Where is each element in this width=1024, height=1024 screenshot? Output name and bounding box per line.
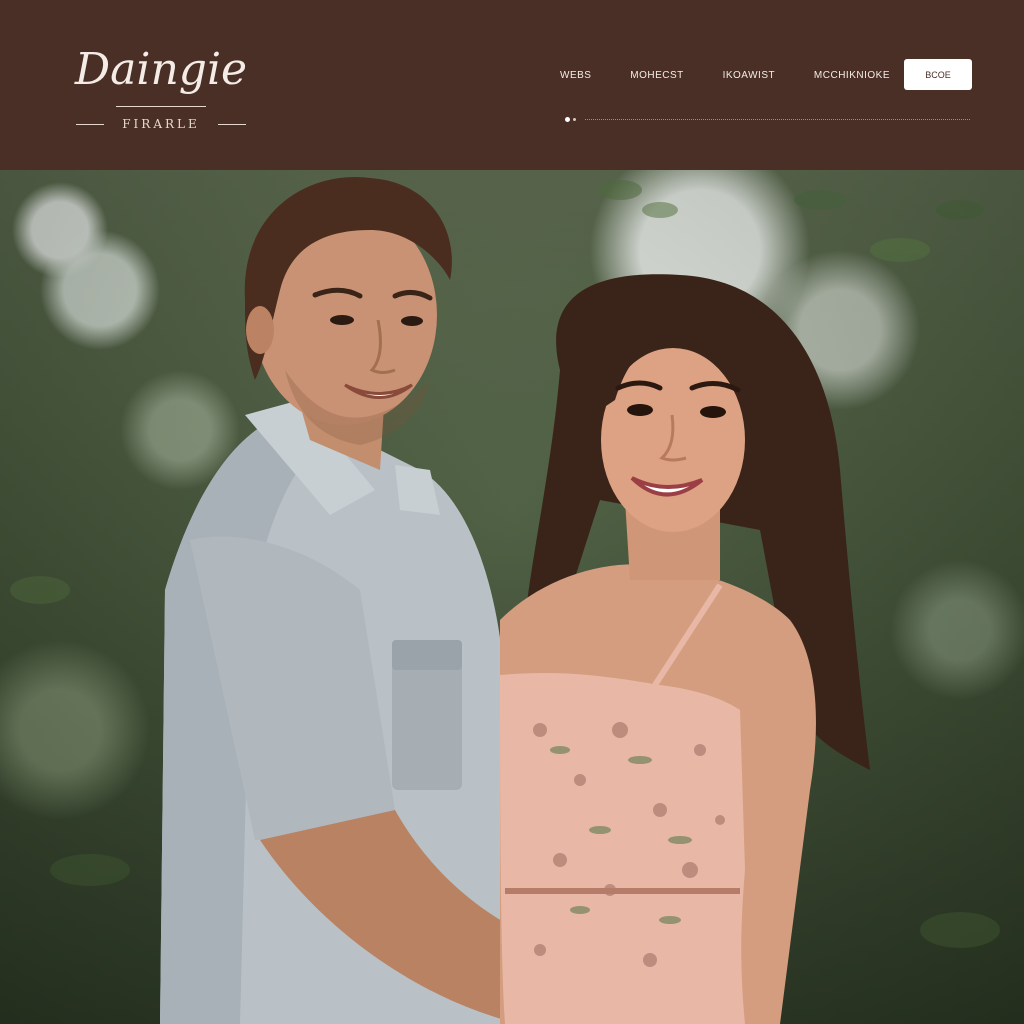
nav-item-mohecst[interactable]: MOHECST	[630, 70, 684, 81]
hero-image	[0, 170, 1024, 1024]
couple-illustration	[10, 177, 1000, 1024]
brand-tag-row: FIRARLE	[76, 114, 246, 134]
site-header: Daingie FIRARLE WEBS MOHECST IKOAWIST MC…	[0, 0, 1024, 170]
carousel-indicator	[565, 116, 970, 124]
brand-tagline: FIRARLE	[122, 117, 200, 131]
woman-figure	[500, 274, 870, 1024]
nav-item-ikoawist[interactable]: IKOAWIST	[723, 70, 776, 81]
nav-item-mcchiknioke[interactable]: MCCHIKNIOKE	[814, 70, 890, 81]
brand-name: Daingie	[74, 44, 248, 95]
carousel-dot[interactable]	[573, 118, 576, 121]
brand-rule-left	[76, 123, 104, 125]
nav-item-webs[interactable]: WEBS	[560, 70, 591, 81]
progress-track	[585, 119, 970, 121]
carousel-dot-active[interactable]	[565, 117, 570, 122]
brand-rule-right	[218, 123, 246, 125]
cta-button[interactable]: BCOE	[904, 59, 972, 90]
brand-logo[interactable]: Daingie FIRARLE	[66, 40, 256, 140]
brand-underline	[116, 106, 206, 107]
main-nav: WEBS MOHECST IKOAWIST MCCHIKNIOKE	[560, 62, 890, 88]
